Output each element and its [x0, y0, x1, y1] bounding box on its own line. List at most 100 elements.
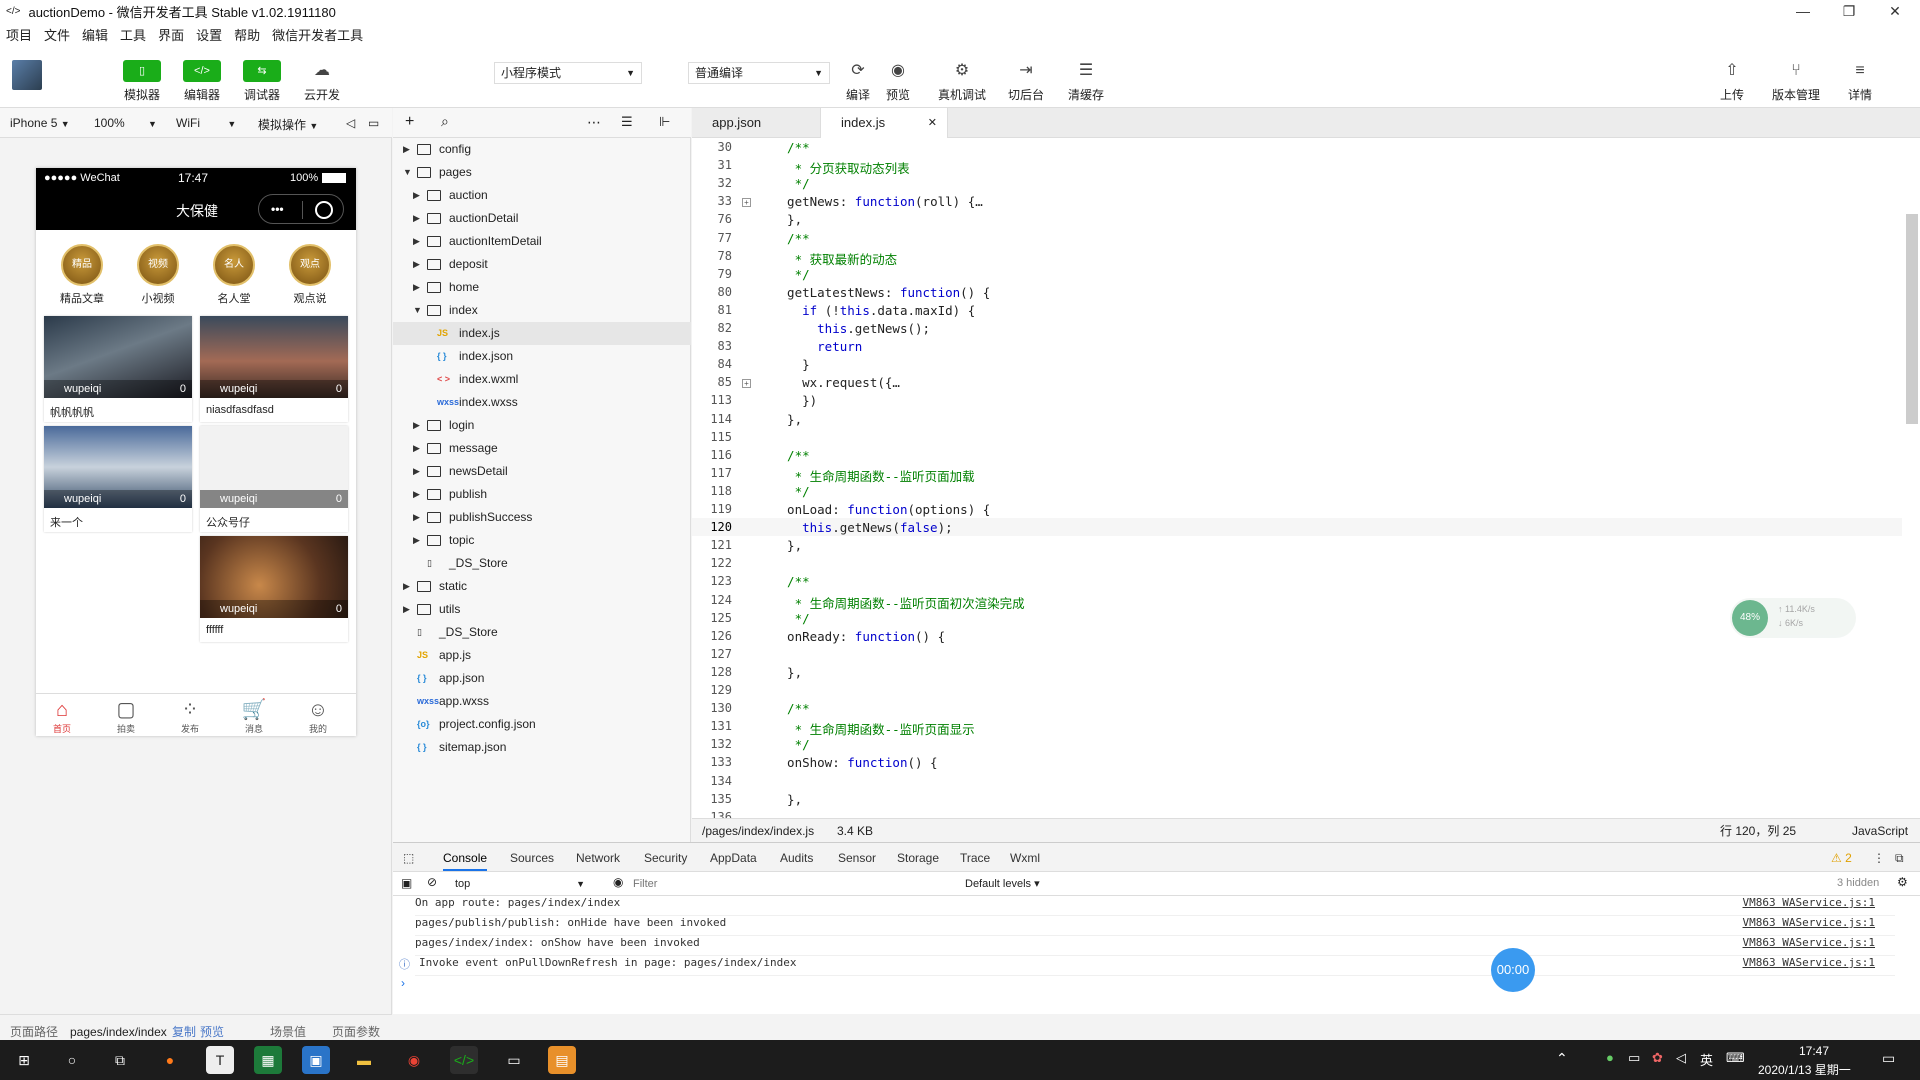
folder-auctionitemdetail[interactable]: ▶ auctionItemDetail	[393, 230, 691, 253]
file-index-wxss[interactable]: wxss index.wxss	[393, 391, 691, 414]
chevron-up-icon[interactable]: ⌃	[1556, 1050, 1568, 1067]
scrollbar[interactable]	[1906, 214, 1918, 424]
tab-console[interactable]: Console	[443, 851, 488, 871]
tab-audits[interactable]: Audits	[780, 851, 813, 865]
chevron-right-icon[interactable]: ▶	[413, 483, 420, 506]
volume-icon[interactable]: ◁	[346, 116, 355, 130]
cloud-dev-button[interactable]: ☁ 云开发	[296, 60, 348, 103]
list-item[interactable]: wupeiqi 0 ffffff	[200, 536, 348, 642]
source-link[interactable]: VM863 WAService.js:1	[1743, 896, 1875, 909]
search-circle-icon[interactable]: ○	[58, 1046, 86, 1074]
chevron-right-icon[interactable]: ▶	[413, 184, 420, 207]
file-index-wxml[interactable]: < > index.wxml	[393, 368, 691, 391]
tab-security[interactable]: Security	[644, 851, 687, 865]
tab-storage[interactable]: Storage	[897, 851, 939, 865]
debugger-button[interactable]: ⇆ 调试器	[236, 60, 288, 103]
capsule-button[interactable]: •••	[258, 194, 344, 224]
folder-publish[interactable]: ▶ publish	[393, 483, 691, 506]
add-icon[interactable]: +	[405, 113, 414, 131]
cursor-position[interactable]: 行 120，列 25	[1720, 819, 1796, 843]
tab-network[interactable]: Network	[576, 851, 620, 865]
folder-utils[interactable]: ▶ utils	[393, 598, 691, 621]
chevron-right-icon[interactable]: ▶	[413, 253, 420, 276]
more-icon[interactable]: •••	[271, 202, 284, 216]
file--ds-store[interactable]: ▯ _DS_Store	[393, 552, 691, 575]
upload-button[interactable]: ⇧ 上传	[1706, 60, 1758, 103]
preview-button[interactable]: ◉ 预览	[872, 60, 924, 103]
file-app-wxss[interactable]: wxss app.wxss	[393, 690, 691, 713]
fold-toggle-icon[interactable]: +	[742, 198, 751, 208]
background-button[interactable]: ⇥ 切后台	[1000, 60, 1052, 103]
simulator-button[interactable]: ▯ 模拟器	[116, 60, 168, 103]
console-filter-input[interactable]	[633, 874, 853, 894]
terminal-icon[interactable]: ▭	[500, 1046, 528, 1074]
source-link[interactable]: VM863 WAService.js:1	[1743, 936, 1875, 949]
split-icon[interactable]: ⊩	[659, 114, 670, 130]
folder-icon[interactable]: ▬	[350, 1046, 378, 1074]
menu-help[interactable]: 帮助	[234, 25, 260, 44]
typora-icon[interactable]: T	[206, 1046, 234, 1074]
screen-icon[interactable]: ▭	[368, 116, 379, 130]
collapse-icon[interactable]: ☰	[621, 114, 633, 130]
sidebar-toggle-icon[interactable]: ▣	[401, 876, 412, 890]
tab-app-json[interactable]: app.json	[692, 108, 820, 138]
file--ds-store[interactable]: ▯ _DS_Store	[393, 621, 691, 644]
minimize-button[interactable]: —	[1780, 0, 1826, 22]
clear-console-icon[interactable]: ⊘	[427, 875, 437, 889]
language-mode[interactable]: JavaScript	[1852, 819, 1908, 843]
chevron-right-icon[interactable]: ▶	[403, 575, 410, 598]
compile-select[interactable]: 普通编译 ▼	[688, 62, 830, 84]
chevron-right-icon[interactable]: ▶	[413, 207, 420, 230]
menu-interface[interactable]: 界面	[158, 25, 184, 44]
details-button[interactable]: ≡ 详情	[1834, 60, 1886, 103]
tab-home[interactable]: ⌂ 首页	[42, 698, 82, 735]
chevron-right-icon[interactable]: ▶	[413, 414, 420, 437]
tab-sensor[interactable]: Sensor	[838, 851, 876, 865]
device-select[interactable]: iPhone 5 ▼	[10, 116, 70, 130]
tab-trace[interactable]: Trace	[960, 851, 990, 865]
source-link[interactable]: VM863 WAService.js:1	[1743, 956, 1875, 969]
firefox-icon[interactable]: ●	[156, 1046, 184, 1074]
folder-message[interactable]: ▶ message	[393, 437, 691, 460]
tab-auction[interactable]: ▢ 拍卖	[106, 698, 146, 735]
list-item[interactable]: wupeiqi 0 来一个	[44, 426, 192, 532]
folder-pages[interactable]: ▼ pages	[393, 161, 691, 184]
menu-tools[interactable]: 工具	[120, 25, 146, 44]
keyboard-icon[interactable]: ⌨	[1726, 1050, 1745, 1066]
close-capsule-icon[interactable]	[315, 201, 333, 219]
category-videos[interactable]: 视频 小视频	[128, 244, 188, 306]
mode-select[interactable]: 小程序模式 ▼	[494, 62, 642, 84]
kebab-icon[interactable]: ⋮	[1873, 851, 1885, 865]
folder-home[interactable]: ▶ home	[393, 276, 691, 299]
excel-icon[interactable]: ▦	[254, 1046, 282, 1074]
remote-debug-button[interactable]: ⚙ 真机调试	[936, 60, 988, 103]
tab-sources[interactable]: Sources	[510, 851, 554, 865]
file-app-json[interactable]: { } app.json	[393, 667, 691, 690]
task-view-icon[interactable]: ⧉	[106, 1046, 134, 1074]
menu-edit[interactable]: 编辑	[82, 25, 108, 44]
file-app-js[interactable]: JS app.js	[393, 644, 691, 667]
chevron-right-icon[interactable]: ▶	[413, 529, 420, 552]
tab-publish[interactable]: ⁘ 发布	[170, 698, 210, 735]
app-icon[interactable]: ▣	[302, 1046, 330, 1074]
tab-message[interactable]: 🛒 消息	[234, 698, 274, 735]
menu-project[interactable]: 项目	[6, 25, 32, 44]
search-icon[interactable]: ⌕	[441, 113, 449, 130]
tab-wxml[interactable]: Wxml	[1010, 851, 1040, 865]
chevron-right-icon[interactable]: ▶	[403, 138, 410, 161]
chevron-down-icon[interactable]: ▼	[403, 161, 412, 184]
tab-appdata[interactable]: AppData	[710, 851, 757, 865]
folder-topic[interactable]: ▶ topic	[393, 529, 691, 552]
clear-cache-button[interactable]: ☰ 清缓存	[1060, 60, 1112, 103]
menu-settings[interactable]: 设置	[196, 25, 222, 44]
folder-index[interactable]: ▼ index	[393, 299, 691, 322]
display-icon[interactable]: ▭	[1628, 1050, 1640, 1066]
file-project-config-json[interactable]: {o} project.config.json	[393, 713, 691, 736]
tab-index-js[interactable]: index.js ✕	[820, 108, 948, 139]
file-index-js[interactable]: JS index.js	[393, 322, 691, 345]
list-item[interactable]: wupeiqi 0 公众号仔	[200, 426, 348, 532]
folder-config[interactable]: ▶ config	[393, 138, 691, 161]
eye-icon[interactable]: ◉	[613, 875, 623, 889]
warning-badge[interactable]: ⚠ 2	[1831, 851, 1852, 865]
category-celebrity[interactable]: 名人 名人堂	[204, 244, 264, 306]
